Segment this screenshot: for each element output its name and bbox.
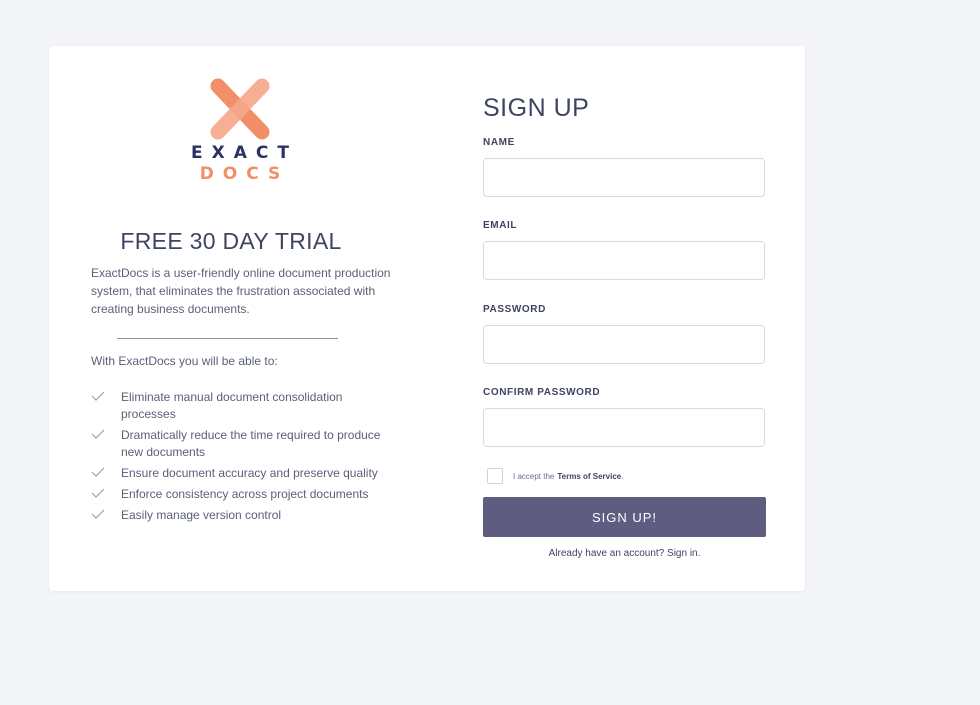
trial-heading: FREE 30 DAY TRIAL: [120, 228, 342, 254]
signup-card: EXACT DOCS FREE 30 DAY TRIAL ExactDocs i…: [49, 46, 805, 591]
feature-text: Enforce consistency across project docum…: [121, 487, 369, 501]
signin-link[interactable]: Already have an account? Sign in.: [483, 548, 766, 559]
signup-heading: SIGN UP: [483, 94, 590, 122]
password-label: PASSWORD: [483, 304, 546, 315]
divider: [117, 338, 338, 339]
name-label: NAME: [483, 137, 515, 148]
terms-checkbox[interactable]: [487, 468, 503, 484]
checkmark-icon: [91, 488, 105, 498]
checkmark-icon: [91, 509, 105, 519]
confirm-password-field[interactable]: [483, 408, 765, 447]
terms-row: I accept the Terms of Service .: [487, 467, 623, 485]
email-field[interactable]: [483, 241, 765, 280]
name-field[interactable]: [483, 158, 765, 197]
terms-of-service-link[interactable]: Terms of Service: [557, 472, 621, 481]
password-field[interactable]: [483, 325, 765, 364]
list-item: Enforce consistency across project docum…: [91, 486, 391, 503]
list-item: Easily manage version control: [91, 507, 391, 524]
list-item: Ensure document accuracy and preserve qu…: [91, 465, 391, 482]
terms-suffix: .: [621, 471, 624, 481]
brand-logo: EXACT DOCS: [49, 76, 431, 184]
features-lead: With ExactDocs you will be able to:: [91, 354, 278, 368]
x-mark-logo-icon: [210, 78, 270, 140]
intro-paragraph: ExactDocs is a user-friendly online docu…: [91, 266, 391, 316]
logo-word-docs: DOCS: [199, 164, 290, 184]
checkmark-icon: [91, 467, 105, 477]
feature-text: Ensure document accuracy and preserve qu…: [121, 466, 378, 480]
logo-word-exact: EXACT: [191, 143, 298, 163]
features-list: Eliminate manual document consolidation …: [91, 389, 391, 528]
list-item: Dramatically reduce the time required to…: [91, 427, 391, 461]
terms-prefix: I accept the: [513, 471, 555, 481]
checkmark-icon: [91, 429, 105, 439]
list-item: Eliminate manual document consolidation …: [91, 389, 391, 423]
signup-button[interactable]: SIGN UP!: [483, 497, 766, 537]
email-label: EMAIL: [483, 220, 518, 231]
confirm-password-label: CONFIRM PASSWORD: [483, 387, 601, 398]
feature-text: Easily manage version control: [121, 508, 282, 522]
feature-text: Dramatically reduce the time required to…: [121, 428, 381, 459]
feature-text: Eliminate manual document consolidation …: [121, 390, 343, 421]
checkmark-icon: [91, 391, 105, 401]
